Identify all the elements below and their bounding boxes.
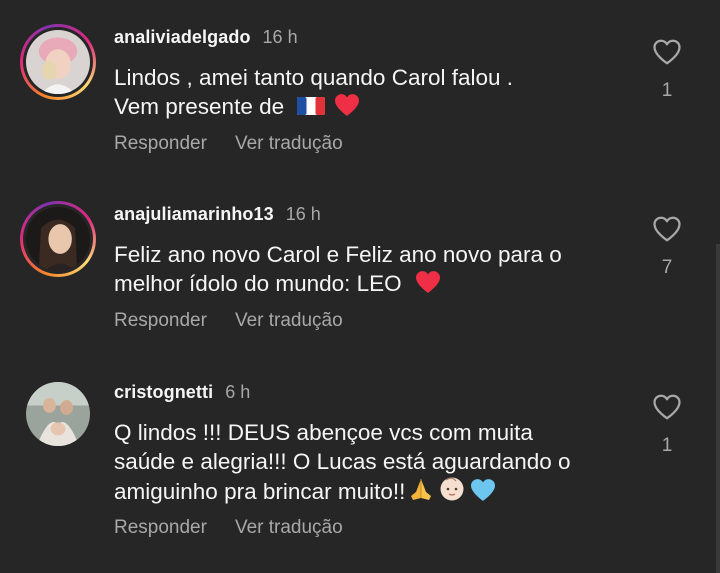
heart-outline-icon[interactable] <box>652 215 682 243</box>
comment-text: Lindos , amei tanto quando Carol falou .… <box>114 63 634 121</box>
comment-line: Q lindos !!! DEUS abençoe vcs com muita <box>114 420 533 445</box>
timestamp: 16 h <box>262 27 298 47</box>
comment-line: melhor ídolo do mundo: LEO <box>114 271 402 296</box>
baby-face-icon <box>440 477 464 501</box>
profile-photo-icon <box>26 207 90 271</box>
comment-line-with-emoji: Vem presente de <box>114 92 634 121</box>
comment-actions: Responder Ver tradução <box>114 517 343 539</box>
avatar-photo <box>26 382 90 446</box>
scrollbar[interactable] <box>716 244 720 573</box>
translate-button[interactable]: Ver tradução <box>235 133 343 155</box>
like-control: 1 <box>650 393 684 457</box>
comment-line-with-emoji: amiguinho pra brincar muito!! <box>114 476 634 506</box>
heart-outline-icon[interactable] <box>652 393 682 421</box>
comment-meta: cristognetti 6 h <box>114 382 250 406</box>
avatar-gap <box>23 204 93 274</box>
comment-item: cristognetti 6 h Q lindos !!! DEUS abenç… <box>0 354 720 573</box>
comment-item: analiviadelgado 16 h Lindos , amei tanto… <box>0 0 720 176</box>
heart-outline-icon[interactable] <box>652 38 682 66</box>
comment-line: Lindos , amei tanto quando Carol falou . <box>114 65 514 90</box>
red-heart-icon <box>334 94 359 116</box>
profile-photo-icon <box>26 382 90 446</box>
red-heart-icon <box>415 271 440 293</box>
reply-button[interactable]: Responder <box>114 310 207 332</box>
comment-line: amiguinho pra brincar muito!! <box>114 479 406 504</box>
like-control: 7 <box>650 215 684 279</box>
comment-line-with-emoji: melhor ídolo do mundo: LEO <box>114 269 634 298</box>
comment-line: Vem presente de <box>114 94 285 119</box>
folded-hands-icon <box>411 479 432 500</box>
french-flag-icon <box>297 97 326 115</box>
comment-text: Q lindos !!! DEUS abençoe vcs com muita … <box>114 418 634 506</box>
comment-actions: Responder Ver tradução <box>114 310 343 332</box>
avatar-gap <box>23 27 93 97</box>
avatar-photo <box>26 30 90 94</box>
light-blue-heart-icon <box>471 479 496 501</box>
reply-button[interactable]: Responder <box>114 133 207 155</box>
comment-line: Feliz ano novo Carol e Feliz ano novo pa… <box>114 242 562 267</box>
like-control: 1 <box>650 38 684 102</box>
avatar[interactable] <box>20 24 96 100</box>
avatar-photo <box>26 207 90 271</box>
comment-actions: Responder Ver tradução <box>114 133 343 155</box>
timestamp: 16 h <box>285 204 321 224</box>
reply-button[interactable]: Responder <box>114 517 207 539</box>
comment-text: Feliz ano novo Carol e Feliz ano novo pa… <box>114 240 634 298</box>
profile-photo-icon <box>26 30 90 94</box>
comment-item: anajuliamarinho13 16 h Feliz ano novo Ca… <box>0 176 720 354</box>
like-count: 1 <box>661 80 673 101</box>
comment-meta: anajuliamarinho13 16 h <box>114 204 321 228</box>
comment-meta: analiviadelgado 16 h <box>114 27 298 51</box>
avatar[interactable] <box>20 201 96 277</box>
username[interactable]: analiviadelgado <box>114 27 251 48</box>
username[interactable]: cristognetti <box>114 382 213 403</box>
avatar[interactable] <box>20 376 96 452</box>
username[interactable]: anajuliamarinho13 <box>114 204 274 225</box>
like-count: 7 <box>661 257 673 278</box>
translate-button[interactable]: Ver tradução <box>235 310 343 332</box>
like-count: 1 <box>661 435 673 456</box>
translate-button[interactable]: Ver tradução <box>235 517 343 539</box>
comment-line: saúde e alegria!!! O Lucas está aguardan… <box>114 449 571 474</box>
timestamp: 6 h <box>225 382 251 402</box>
